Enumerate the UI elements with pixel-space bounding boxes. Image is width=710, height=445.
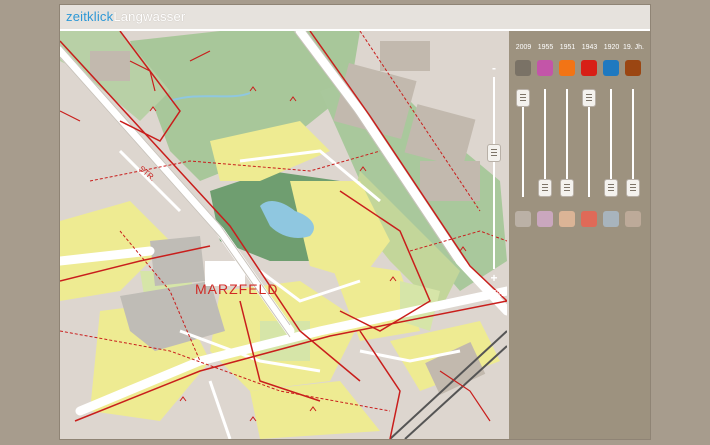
layer-color-swatch[interactable] xyxy=(559,60,575,76)
layer-color-swatch[interactable] xyxy=(581,60,597,76)
layer-faded-swatch[interactable] xyxy=(537,211,553,227)
place-label-marzfeld: MARZFELD xyxy=(195,281,279,297)
layer-column: 1955 xyxy=(535,31,556,241)
layer-column: 19. Jh. xyxy=(623,31,644,241)
layer-opacity-handle[interactable] xyxy=(538,179,552,197)
map-canvas[interactable] xyxy=(60,31,507,439)
layer-opacity-handle[interactable] xyxy=(582,89,596,107)
layer-faded-swatch[interactable] xyxy=(581,211,597,227)
logo-part-2: Langwasser xyxy=(113,9,186,24)
zoom-in-button[interactable]: + xyxy=(486,271,502,285)
title-bar: zeitklickLangwasser xyxy=(60,5,650,31)
zoom-out-button[interactable]: - xyxy=(486,61,502,75)
layer-faded-swatch[interactable] xyxy=(559,211,575,227)
layer-faded-swatch[interactable] xyxy=(625,211,641,227)
layer-column: 1951 xyxy=(557,31,578,241)
layer-faded-swatch[interactable] xyxy=(603,211,619,227)
layer-panel: 2009 1955 1951 1943 1920 19. Jh. xyxy=(509,31,650,439)
zoom-slider-track[interactable] xyxy=(493,77,495,269)
layer-opacity-handle[interactable] xyxy=(516,89,530,107)
layer-faded-swatch[interactable] xyxy=(515,211,531,227)
layer-opacity-handle[interactable] xyxy=(604,179,618,197)
layer-color-swatch[interactable] xyxy=(515,60,531,76)
layer-year-label: 19. Jh. xyxy=(622,44,644,51)
layer-opacity-handle[interactable] xyxy=(626,179,640,197)
zoom-slider-handle[interactable] xyxy=(487,143,501,162)
layer-column: 1943 xyxy=(579,31,600,241)
layer-color-swatch[interactable] xyxy=(603,60,619,76)
logo-part-1: zeitklick xyxy=(66,9,114,24)
app-logo[interactable]: zeitklickLangwasser xyxy=(66,9,185,24)
layer-color-swatch[interactable] xyxy=(537,60,553,76)
layer-column: 1920 xyxy=(601,31,622,241)
app-window: zeitklickLangwasser STR. MARZFELD - + 19… xyxy=(60,5,650,439)
layer-opacity-handle[interactable] xyxy=(560,179,574,197)
zoom-control: - + 195% xyxy=(484,61,504,301)
zoom-level: 195% xyxy=(483,289,505,298)
map-view[interactable]: STR. MARZFELD - + 195% xyxy=(60,31,507,439)
layer-color-swatch[interactable] xyxy=(625,60,641,76)
layer-column: 2009 xyxy=(513,31,534,241)
